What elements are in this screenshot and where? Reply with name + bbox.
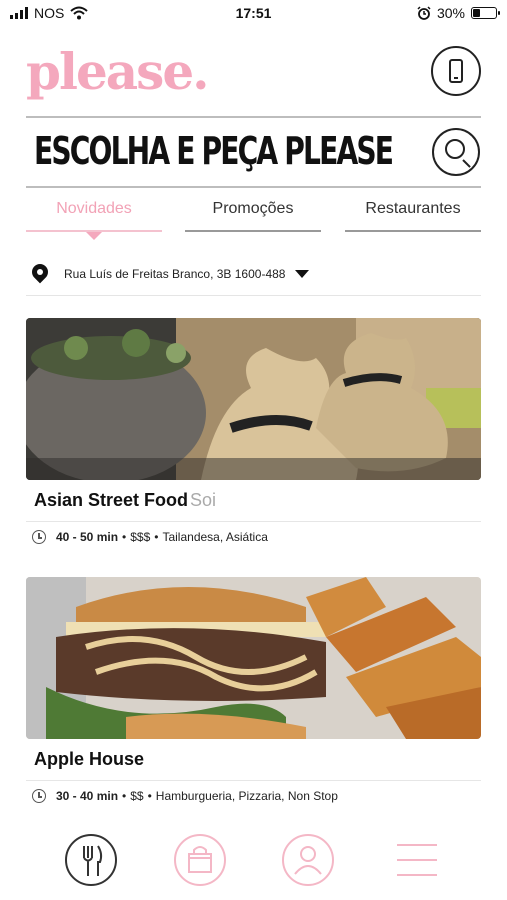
tab-label: Promoções (212, 200, 294, 217)
status-right: 30% (417, 5, 500, 21)
tab-label: Restaurantes (365, 200, 461, 217)
header-divider-bottom (26, 186, 481, 188)
header-divider-top (26, 116, 481, 118)
location-pin-icon (28, 260, 52, 284)
menu-icon (393, 834, 445, 886)
restaurant-card[interactable]: Asian Street Food Soi 40 - 50 min • $$$ … (26, 318, 481, 552)
shopping-bag-icon (188, 846, 212, 873)
meta-separator: • (147, 789, 152, 803)
price-level: $$ (130, 789, 144, 803)
active-tab-indicator (86, 232, 102, 240)
brand-logo: please. (26, 42, 210, 101)
chevron-down-icon (295, 269, 310, 278)
price-level: $$$ (130, 530, 151, 544)
burger-fries-photo (26, 577, 481, 739)
battery-icon (471, 7, 500, 19)
cuisine-tags: Tailandesa, Asiática (162, 530, 268, 544)
tab-restaurantes[interactable]: Restaurantes (345, 200, 481, 234)
cuisine-tags: Hamburgueria, Pizzaria, Non Stop (155, 789, 338, 803)
clock-icon (32, 530, 46, 544)
signal-icon (10, 7, 28, 19)
address-text: Rua Luís de Freitas Branco, 3B 1600-488 (64, 266, 286, 281)
restaurant-name: Asian Street Food (34, 490, 189, 510)
clock-icon (32, 789, 46, 803)
status-bar: NOS 17:51 30% (0, 0, 507, 26)
carrier-label: NOS (34, 5, 65, 21)
tab-label: Novidades (56, 200, 132, 217)
tab-promocoes[interactable]: Promoções (185, 200, 321, 234)
page-headline: ESCOLHA E PEÇA PLEASE (34, 129, 394, 173)
card-meta: 40 - 50 min • $$$ • Tailandesa, Asiática (26, 522, 481, 552)
card-title-row: Asian Street Food Soi (26, 480, 481, 522)
phone-button[interactable] (431, 46, 481, 96)
dumplings-photo (26, 318, 481, 480)
nav-cart-button[interactable] (174, 834, 226, 886)
restaurant-name: Apple House (34, 749, 145, 769)
alarm-icon (417, 6, 431, 20)
fork-knife-icon (83, 845, 103, 876)
battery-fill (473, 9, 480, 17)
nav-menu-button[interactable] (393, 834, 445, 886)
tab-underline (345, 230, 481, 232)
delivery-time: 30 - 40 min (56, 789, 119, 803)
nav-profile-button[interactable] (282, 834, 334, 886)
status-left: NOS (10, 5, 89, 21)
battery-percent: 30% (436, 5, 465, 21)
meta-separator: • (122, 530, 127, 544)
nav-restaurants-button[interactable] (65, 834, 117, 886)
meta-separator: • (154, 530, 159, 544)
tab-novidades[interactable]: Novidades (26, 200, 162, 240)
tab-underline (185, 230, 321, 232)
search-button[interactable] (432, 128, 480, 176)
meta-separator: • (122, 789, 127, 803)
delivery-time: 40 - 50 min (56, 530, 119, 544)
smartphone-icon (449, 59, 463, 83)
wifi-icon (70, 6, 89, 20)
search-icon (445, 139, 465, 159)
restaurant-card[interactable]: Apple House 30 - 40 min • $$ • Hamburgue… (26, 577, 481, 811)
card-meta: 30 - 40 min • $$ • Hamburgueria, Pizzari… (26, 781, 481, 811)
card-title-row: Apple House (26, 739, 481, 781)
address-selector[interactable]: Rua Luís de Freitas Branco, 3B 1600-488 (26, 258, 481, 296)
restaurant-subtitle: Soi (190, 490, 217, 510)
user-icon (294, 846, 322, 875)
